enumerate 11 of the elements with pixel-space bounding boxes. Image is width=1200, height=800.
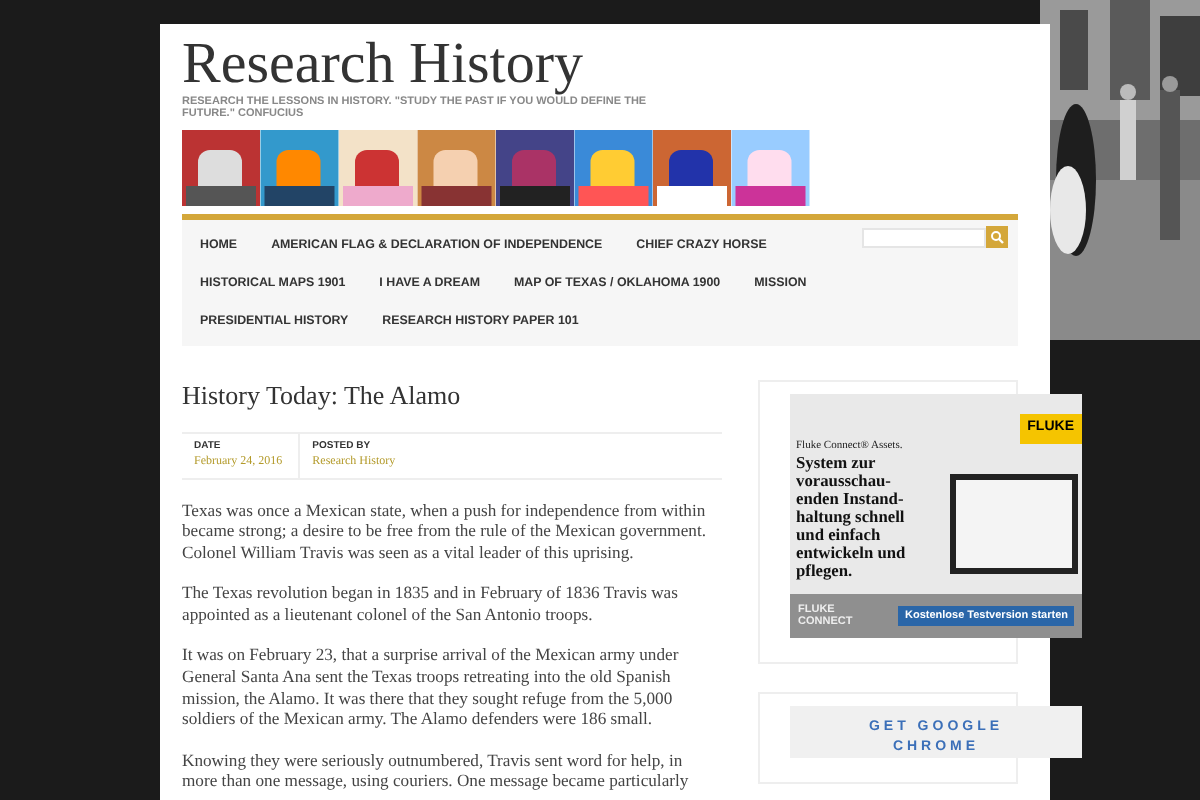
- paragraph: It was on February 23, that a surprise arrival of the Mexican army under General Santa Ana sent the Texas troops retreating into the old Spanish mission, the Alamo. It was there that they sought refuge from the 5,000 soldiers of the Mexican army. The Alamo defenders were 186 small.: [182, 644, 681, 730]
- ad-text: System zur vorausschau-enden Instand-haltung schnell und einfach entwickeln und pflegen.: [796, 454, 908, 581]
- search-icon: [990, 230, 1004, 244]
- search-field[interactable]: [862, 227, 986, 247]
- paragraph: Knowing they were seriously outnumbered, Travis sent word for help, in more than one message, using couriers. One message became particularly: [182, 749, 691, 793]
- paragraph: The Texas revolution began in 1835 and in February of 1836 Travis was appointed as a lieutenant colonel of the San Antonio troops.: [182, 582, 680, 625]
- post-title: History Today: The Alamo: [182, 378, 461, 414]
- search-button[interactable]: [986, 226, 1008, 248]
- paragraph: Texas was once a Mexican state, when a push for independence from within became strong; a desire to be free from the rule of the Mexican government. Colonel William Travis was seen as a vital leader of this uprising.: [182, 499, 709, 563]
- monitor-icon: [950, 474, 1078, 574]
- site-title[interactable]: Research History: [182, 34, 584, 94]
